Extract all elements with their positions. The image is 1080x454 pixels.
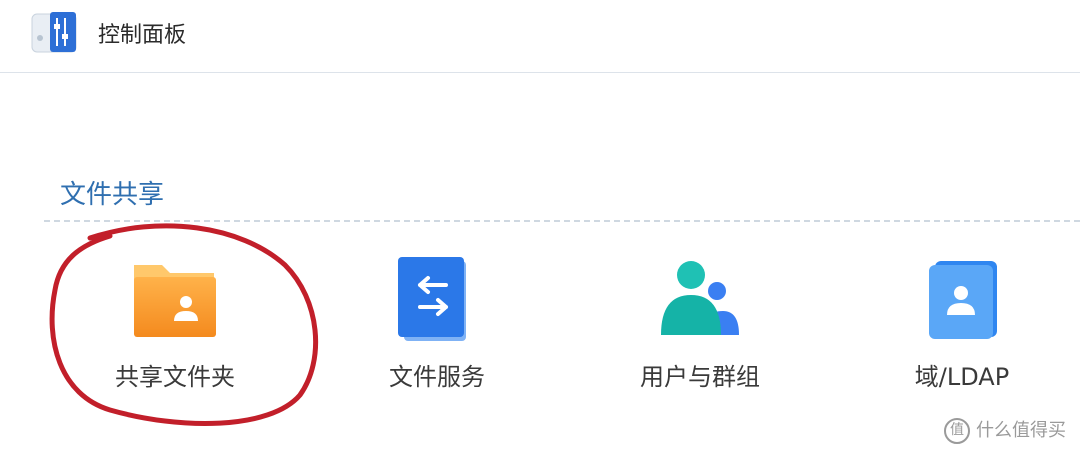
watermark: 值什么值得买 xyxy=(944,416,1066,444)
user-group-icon xyxy=(661,261,739,335)
watermark-text: 什么值得买 xyxy=(976,420,1066,441)
watermark-badge: 值 xyxy=(944,418,970,444)
tile-user-group[interactable]: 用户与群组 xyxy=(600,255,800,405)
window-title: 控制面板 xyxy=(98,23,187,48)
section-title-file-sharing: 文件共享 xyxy=(60,180,165,210)
domain-ldap-icon xyxy=(929,261,997,339)
control-panel-icon xyxy=(31,12,77,53)
section-divider xyxy=(44,220,1080,222)
tile-label: 用户与群组 xyxy=(640,363,760,391)
tile-domain-ldap[interactable]: 域/LDAP xyxy=(862,255,1062,405)
tile-label: 域/LDAP xyxy=(914,363,1010,391)
tile-label: 共享文件夹 xyxy=(115,363,235,391)
shared-folder-icon xyxy=(134,265,216,337)
tile-label: 文件服务 xyxy=(389,363,485,391)
tile-shared-folder[interactable]: 共享文件夹 xyxy=(75,255,275,405)
tile-file-services[interactable]: 文件服务 xyxy=(337,255,537,405)
title-bar: 控制面板 xyxy=(0,0,1080,73)
file-services-icon xyxy=(398,257,466,341)
